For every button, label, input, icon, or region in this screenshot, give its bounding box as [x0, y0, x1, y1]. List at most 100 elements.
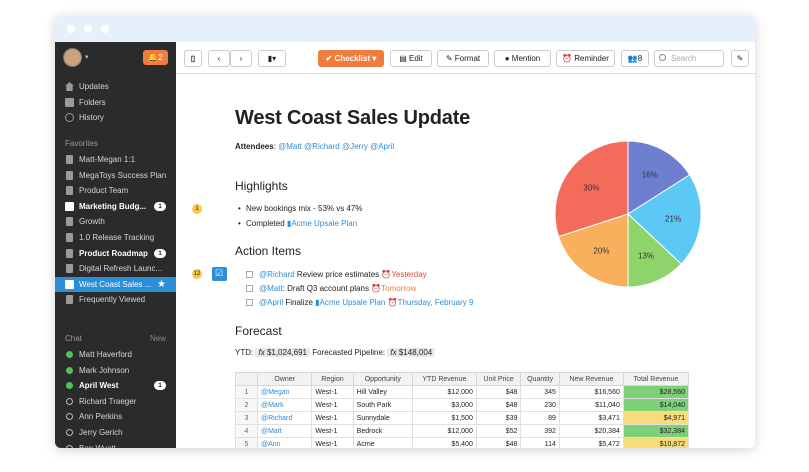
document-link[interactable]: ▮Acme Upsale Plan — [315, 298, 385, 307]
chat-item[interactable]: Jerry Gerich — [55, 425, 176, 440]
chat-item[interactable]: Matt Haverford — [55, 347, 176, 362]
toggle-sidebar-button[interactable]: ▯ — [184, 50, 202, 67]
sidebar-favorite-item[interactable]: Product Team — [55, 183, 176, 198]
table-cell[interactable]: $4,971 — [622, 411, 690, 425]
avatar[interactable] — [63, 48, 82, 67]
column-header[interactable]: Opportunity — [352, 372, 413, 386]
zoom-window-button[interactable] — [101, 25, 109, 33]
table-cell[interactable]: 5 — [235, 437, 258, 448]
sidebar-favorite-item[interactable]: Product Roadmap 1 — [55, 246, 176, 261]
column-header[interactable]: Total Revenue — [622, 372, 690, 386]
sidebar-favorite-item[interactable]: Marketing Budg... 1 — [55, 199, 176, 214]
column-header[interactable]: Owner — [256, 372, 313, 386]
sidebar-favorite-item[interactable]: Frequently Viewed — [55, 292, 176, 307]
table-cell[interactable]: 230 — [520, 398, 560, 412]
table-cell[interactable]: Bedrock — [352, 424, 413, 438]
table-cell[interactable]: 114 — [520, 437, 560, 448]
sidebar-favorite-item[interactable]: Growth — [55, 214, 176, 229]
attendees-mentions[interactable]: @Matt @Richard @Jerry @April — [278, 142, 394, 151]
table-cell[interactable]: South Park — [352, 398, 413, 412]
table-cell[interactable]: $3,471 — [558, 411, 624, 425]
chat-item[interactable]: Ann Perkins — [55, 409, 176, 424]
table-cell[interactable]: $11,040 — [558, 398, 624, 412]
table-cell[interactable]: $3,000 — [411, 398, 477, 412]
table-cell[interactable]: $32,384 — [622, 424, 690, 438]
table-cell[interactable]: @Mark — [256, 398, 313, 412]
table-cell[interactable]: Acme — [352, 437, 413, 448]
task-checkbox[interactable] — [246, 285, 253, 292]
ytd-formula[interactable]: fx $1,024,691 — [255, 348, 310, 357]
column-header[interactable] — [235, 372, 258, 386]
sidebar-favorite-item[interactable]: MegaToys Success Plan — [55, 168, 176, 183]
chat-item[interactable]: Ben Wyatt — [55, 441, 176, 448]
table-cell[interactable]: $10,872 — [622, 437, 690, 448]
table-cell[interactable]: 345 — [520, 385, 560, 399]
table-cell[interactable]: $16,560 — [558, 385, 624, 399]
members-button[interactable]: 👥8 — [621, 50, 649, 67]
close-window-button[interactable] — [67, 25, 75, 33]
table-cell[interactable]: West-1 — [311, 424, 354, 438]
table-cell[interactable]: $48 — [475, 385, 522, 399]
chevron-down-icon[interactable]: ▾ — [85, 53, 89, 61]
doc-menu-button[interactable]: ▮▾ — [258, 50, 286, 67]
table-cell[interactable]: 1 — [235, 385, 258, 399]
table-cell[interactable]: $28,560 — [622, 385, 690, 399]
column-header[interactable]: Region — [311, 372, 354, 386]
task-date[interactable]: Thursday, February 9 — [398, 298, 474, 307]
table-cell[interactable]: $5,472 — [558, 437, 624, 448]
compose-button[interactable]: ✎ — [731, 50, 749, 67]
table-cell[interactable]: 2 — [235, 398, 258, 412]
table-cell[interactable]: 89 — [520, 411, 560, 425]
minimize-window-button[interactable] — [84, 25, 92, 33]
mention-button[interactable]: ● Mention — [494, 50, 551, 67]
task-mention[interactable]: @April — [259, 298, 283, 307]
table-cell[interactable]: @Matt — [256, 424, 313, 438]
star-icon[interactable]: ★ — [157, 277, 166, 292]
table-cell[interactable]: @Megan — [256, 385, 313, 399]
comment-count-badge[interactable]: 1 — [192, 204, 202, 214]
table-cell[interactable]: $12,000 — [411, 385, 477, 399]
table-cell[interactable]: $39 — [475, 411, 522, 425]
sidebar-favorite-item[interactable]: Matt-Megan 1:1 — [55, 152, 176, 167]
search-input[interactable]: Search — [654, 50, 724, 67]
chat-item[interactable]: Mark Johnson — [55, 363, 176, 378]
table-cell[interactable]: $48 — [475, 398, 522, 412]
table-cell[interactable]: 4 — [235, 424, 258, 438]
task-checkbox[interactable] — [246, 299, 253, 306]
sidebar-item-updates[interactable]: Updates — [55, 79, 176, 94]
column-header[interactable]: Quantity — [520, 372, 560, 386]
checklist-button[interactable]: ✔ Checklist ▾ — [318, 50, 384, 67]
format-button[interactable]: ✎ Format — [437, 50, 489, 67]
sidebar-favorite-item[interactable]: 1.0 Release Tracking — [55, 230, 176, 245]
table-cell[interactable]: West-1 — [311, 411, 354, 425]
task-date[interactable]: Yesterday — [391, 270, 426, 279]
table-cell[interactable]: 392 — [520, 424, 560, 438]
back-button[interactable]: ‹ — [208, 50, 230, 67]
pipeline-formula[interactable]: fx $148,004 — [387, 348, 436, 357]
table-cell[interactable]: $20,384 — [558, 424, 624, 438]
column-header[interactable]: YTD Revenue — [411, 372, 477, 386]
table-cell[interactable]: @Ann — [256, 437, 313, 448]
table-cell[interactable]: West-1 — [311, 385, 354, 399]
comment-count-badge[interactable]: 12 — [192, 269, 202, 279]
table-cell[interactable]: $5,400 — [411, 437, 477, 448]
task-date[interactable]: Tomorrow — [381, 284, 416, 293]
forward-button[interactable]: › — [230, 50, 252, 67]
table-cell[interactable]: $1,500 — [411, 411, 477, 425]
new-chat-button[interactable]: New — [150, 334, 166, 343]
document-link[interactable]: ▮Acme Upsale Plan — [287, 219, 357, 228]
table-cell[interactable]: West-1 — [311, 398, 354, 412]
table-cell[interactable]: $12,000 — [411, 424, 477, 438]
task-checkbox[interactable] — [246, 271, 253, 278]
chat-item[interactable]: April West 1 — [55, 378, 176, 393]
sidebar-item-history[interactable]: History — [55, 110, 176, 125]
checklist-toggle-icon[interactable] — [212, 267, 227, 281]
sidebar-item-folders[interactable]: Folders — [55, 95, 176, 110]
column-header[interactable]: Unit Price — [475, 372, 522, 386]
table-cell[interactable]: $14,040 — [622, 398, 690, 412]
table-cell[interactable]: @Richard — [256, 411, 313, 425]
notifications-button[interactable]: 🔔2 — [143, 50, 168, 65]
table-cell[interactable]: West-1 — [311, 437, 354, 448]
column-header[interactable]: New Revenue — [558, 372, 624, 386]
task-mention[interactable]: @Matt — [259, 284, 283, 293]
